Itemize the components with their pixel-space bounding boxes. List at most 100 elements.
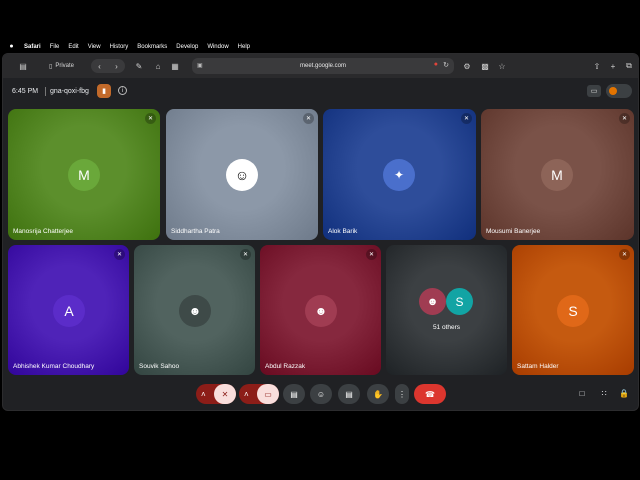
others-tile[interactable]: ☻ S 51 others bbox=[386, 245, 507, 375]
others-avatar-photo: ☻ bbox=[419, 288, 446, 315]
macos-menubar: ● Safari File Edit View History Bookmark… bbox=[0, 40, 640, 53]
participant-avatar: ☻ bbox=[305, 295, 337, 327]
meeting-code: gna-qoxi-fbg bbox=[50, 88, 89, 95]
new-tab-icon[interactable]: + bbox=[607, 60, 619, 72]
mic-muted-icon: ✕ bbox=[240, 249, 251, 260]
private-tab-group[interactable]: ▯ Private bbox=[43, 59, 80, 73]
participant-avatar: A bbox=[53, 295, 85, 327]
chat-icon[interactable]: □ bbox=[575, 386, 589, 400]
call-end-icon: ☎ bbox=[425, 389, 435, 399]
participant-tile[interactable]: ☻ ✕ Souvik Sahoo bbox=[134, 245, 255, 375]
private-icon: ▯ bbox=[49, 63, 53, 70]
raise-hand-button[interactable]: ✋ bbox=[367, 384, 389, 404]
divider bbox=[45, 87, 46, 96]
sidebar-toggle-icon[interactable]: ▤ bbox=[17, 60, 29, 72]
participant-avatar: M bbox=[541, 159, 573, 191]
participant-name: Sattam Halder bbox=[517, 363, 559, 370]
menu-bookmarks[interactable]: Bookmarks bbox=[137, 44, 167, 50]
menu-safari[interactable]: Safari bbox=[24, 44, 41, 50]
star-icon[interactable]: ☆ bbox=[496, 60, 508, 72]
present-button[interactable]: ▤ bbox=[283, 384, 305, 404]
avatar-image-icon: ☺ bbox=[234, 167, 250, 183]
meeting-time: 6:45 PM bbox=[12, 88, 39, 95]
camera-off-icon: ▭ bbox=[264, 389, 272, 399]
cast-icon[interactable]: ▭ bbox=[587, 85, 601, 97]
edit-icon[interactable]: ✎ bbox=[133, 60, 145, 72]
others-count: 51 others bbox=[432, 324, 461, 331]
menu-window[interactable]: Window bbox=[207, 44, 228, 50]
mic-muted-icon: ✕ bbox=[461, 113, 472, 124]
avatar-image-icon: ✦ bbox=[393, 168, 405, 182]
participant-name: Mousumi Banerjee bbox=[486, 228, 541, 235]
more-vert-icon: ⋮ bbox=[398, 389, 406, 399]
reactions-button[interactable]: ☺ bbox=[310, 384, 332, 404]
back-arrow-icon[interactable]: ‹ bbox=[98, 62, 101, 71]
more-options-button[interactable]: ⋮ bbox=[395, 384, 409, 404]
avatar-initial: S bbox=[455, 294, 464, 309]
participant-name: Abhishek Kumar Choudhary bbox=[13, 363, 95, 370]
mic-toggle-button[interactable]: ✕ bbox=[214, 384, 236, 404]
avatar-image-icon: ☻ bbox=[188, 304, 202, 318]
info-icon[interactable]: i bbox=[118, 86, 127, 95]
participant-tile[interactable]: ✦ ✕ Alok Barik bbox=[323, 109, 476, 240]
avatar-image-icon: ☻ bbox=[314, 304, 328, 318]
mic-off-icon: ✕ bbox=[221, 389, 229, 399]
host-controls-icon[interactable]: 🔒 bbox=[617, 386, 631, 400]
chevron-up-icon[interactable]: ˄ bbox=[244, 390, 249, 399]
participant-tile[interactable]: ☺ ✕ Siddhartha Patra bbox=[166, 109, 318, 240]
participant-name: Souvik Sahoo bbox=[139, 363, 180, 370]
avatar-initial: M bbox=[551, 167, 563, 183]
participant-avatar: ☺ bbox=[226, 159, 258, 191]
forward-arrow-icon[interactable]: › bbox=[115, 62, 118, 71]
avatar-initial: A bbox=[64, 303, 74, 319]
menu-help[interactable]: Help bbox=[238, 44, 250, 50]
avatar-initial: M bbox=[78, 167, 90, 183]
participant-dot-icon bbox=[609, 87, 617, 95]
safari-window: ▤ ▯ Private ‹ › ✎ ⌂ ▦ ▣ meet.google.com … bbox=[2, 53, 639, 411]
participant-avatar: ☻ bbox=[179, 295, 211, 327]
mic-muted-icon: ✕ bbox=[303, 113, 314, 124]
camera-toggle-button[interactable]: ▭ bbox=[257, 384, 279, 404]
tab-overview-icon[interactable]: ⧉ bbox=[623, 60, 635, 72]
participant-tile[interactable]: M ✕ Manosrija Chatterjee bbox=[8, 109, 160, 240]
mic-muted-icon: ✕ bbox=[366, 249, 377, 260]
participant-tile[interactable]: S ✕ Sattam Halder bbox=[512, 245, 634, 375]
share-icon[interactable]: ⇧ bbox=[591, 60, 603, 72]
participant-tile[interactable]: ☻ ✕ Abdul Razzak bbox=[260, 245, 381, 375]
captions-button[interactable]: ▤ bbox=[338, 384, 360, 404]
captions-icon: ▤ bbox=[345, 389, 353, 399]
extension-icon[interactable]: ▩ bbox=[479, 60, 491, 72]
activities-icon[interactable]: ∷ bbox=[597, 386, 611, 400]
presentation-icon[interactable]: ▮ bbox=[97, 84, 111, 98]
settings-icon[interactable]: ⚙ bbox=[461, 60, 473, 72]
browser-toolbar: ▤ ▯ Private ‹ › ✎ ⌂ ▦ ▣ meet.google.com … bbox=[3, 54, 638, 78]
nav-buttons: ‹ › bbox=[91, 59, 125, 73]
participant-name: Manosrija Chatterjee bbox=[13, 228, 73, 235]
menu-view[interactable]: View bbox=[88, 44, 101, 50]
menu-file[interactable]: File bbox=[50, 44, 60, 50]
menu-develop[interactable]: Develop bbox=[176, 44, 198, 50]
participant-tile[interactable]: M ✕ Mousumi Banerjee bbox=[481, 109, 634, 240]
participant-name: Abdul Razzak bbox=[265, 363, 306, 370]
mic-muted-icon: ✕ bbox=[619, 249, 630, 260]
reload-icon[interactable]: ↻ bbox=[443, 61, 449, 69]
microphone-in-use-icon[interactable]: ● bbox=[434, 61, 438, 68]
participant-tile[interactable]: A ✕ Abhishek Kumar Choudhary bbox=[8, 245, 129, 375]
present-screen-icon: ▤ bbox=[290, 389, 298, 399]
menu-history[interactable]: History bbox=[110, 44, 129, 50]
leave-call-button[interactable]: ☎ bbox=[414, 384, 446, 404]
participant-avatar: M bbox=[68, 159, 100, 191]
meet-header: 6:45 PM gna-qoxi-fbg ▮ i ▭ bbox=[3, 78, 638, 106]
home-icon[interactable]: ⌂ bbox=[152, 60, 164, 72]
menu-edit[interactable]: Edit bbox=[68, 44, 78, 50]
mic-muted-icon: ✕ bbox=[145, 113, 156, 124]
grid-icon[interactable]: ▦ bbox=[169, 60, 181, 72]
url-text: meet.google.com bbox=[299, 63, 347, 69]
private-label: Private bbox=[55, 63, 74, 69]
participant-avatar: S bbox=[557, 295, 589, 327]
address-bar[interactable]: ▣ meet.google.com ● ↻ bbox=[192, 58, 454, 74]
apple-logo-icon[interactable]: ● bbox=[8, 43, 15, 50]
participants-indicator[interactable] bbox=[606, 84, 632, 98]
chevron-up-icon[interactable]: ˄ bbox=[201, 390, 206, 399]
hand-icon: ✋ bbox=[373, 389, 383, 399]
